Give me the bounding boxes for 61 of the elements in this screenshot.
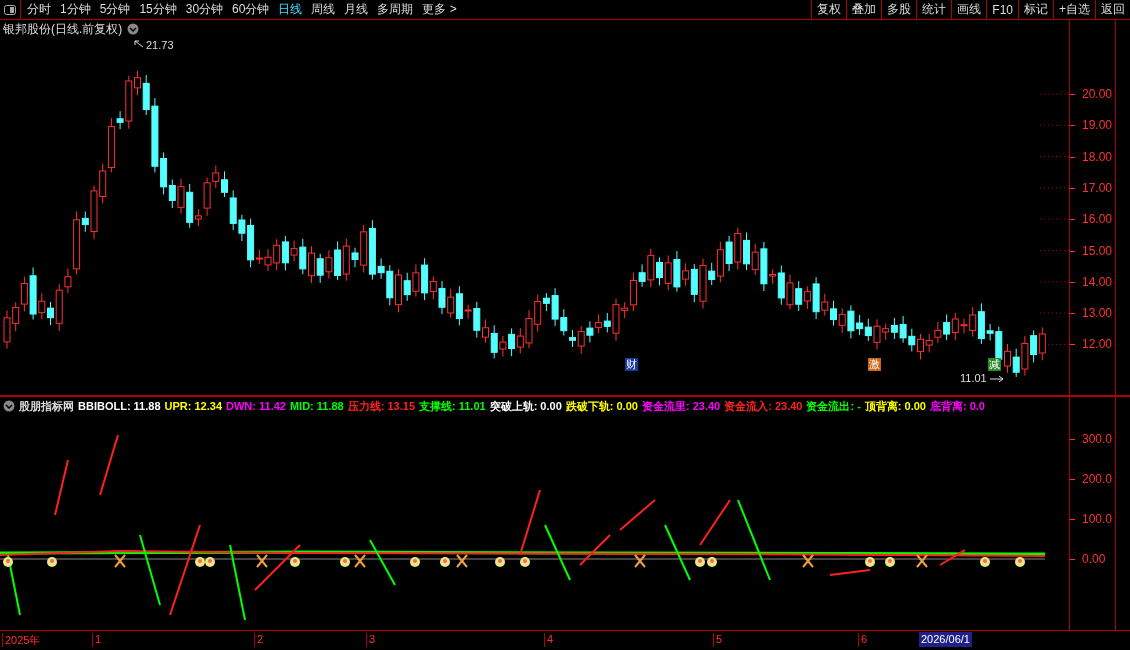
high-price-label: 21.73 — [146, 39, 174, 51]
toolbar-button[interactable]: 统计 — [916, 0, 952, 19]
price-label: 16.00 — [1082, 212, 1113, 227]
indicator-readout: 资金流里: 23.40 — [641, 398, 721, 414]
date-label: 2025年 — [2, 633, 41, 647]
period-tab[interactable]: 日线 — [278, 1, 303, 18]
toolbar-button[interactable]: 复权 — [811, 0, 847, 19]
toolbar-button[interactable]: 返回 — [1095, 0, 1130, 19]
indicator-readout: 底背离: 0.0 — [929, 398, 985, 414]
indicator-axis-label: 100.0 — [1082, 512, 1113, 526]
indicator-axis-label: 300.0 — [1082, 432, 1113, 446]
toolbar-button[interactable]: +自选 — [1053, 0, 1095, 19]
indicator-readout: UPR: 12.34 — [164, 400, 222, 412]
indicator-readout: DWN: 11.42 — [226, 400, 286, 412]
period-tab[interactable]: 周线 — [311, 1, 336, 18]
event-marker: 减 — [988, 358, 1001, 371]
date-label: 2 — [254, 633, 264, 647]
toolbar-button[interactable]: 标记 — [1018, 0, 1053, 19]
price-label: 20.00 — [1082, 87, 1113, 101]
toolbar-button[interactable]: F10 — [986, 0, 1018, 19]
period-tab[interactable]: 月线 — [344, 1, 369, 18]
indicator-readout: 顶背离: 0.00 — [864, 398, 926, 414]
indicator-readout: BBIBOLL: 11.88 — [78, 400, 161, 412]
indicator-readout: 跌破下轨: 0.00 — [565, 398, 638, 414]
indicator-readout: MID: 11.88 — [289, 400, 344, 412]
indicator-readout: 压力线: 13.15 — [347, 398, 415, 414]
period-tab[interactable]: 30分钟 — [185, 1, 224, 18]
current-date: 2026/06/1 — [919, 632, 972, 647]
period-tab[interactable]: 60分钟 — [232, 1, 270, 18]
indicator-axis-label: 200.0 — [1082, 472, 1113, 486]
indicator-name: 股朋指标网 — [19, 398, 74, 414]
price-label: 15.00 — [1082, 243, 1113, 258]
event-marker: 激 — [868, 358, 881, 371]
date-label: 5 — [713, 633, 723, 647]
period-tab[interactable]: 1分钟 — [60, 1, 91, 18]
period-tab[interactable]: 更多 > — [422, 1, 457, 18]
price-label: 18.00 — [1082, 149, 1113, 164]
date-label: 4 — [544, 633, 554, 647]
price-label: 12.00 — [1082, 337, 1113, 352]
event-marker: 财 — [625, 358, 638, 371]
indicator-readout: 突破上轨: 0.00 — [489, 398, 562, 414]
toolbar-button[interactable]: 多股 — [881, 0, 917, 19]
price-label: 14.00 — [1082, 274, 1113, 289]
period-tab[interactable]: 15分钟 — [139, 1, 177, 18]
indicator-readout: 资金流入: 23.40 — [724, 398, 803, 414]
toolbar-button[interactable]: 画线 — [951, 0, 987, 19]
toolbar-button[interactable]: 叠加 — [846, 0, 882, 19]
indicator-axis-label: 0.00 — [1082, 552, 1106, 566]
date-label: 3 — [366, 633, 376, 647]
period-tab[interactable]: 分时 — [27, 1, 51, 18]
price-label: 17.00 — [1082, 180, 1113, 195]
date-label: 1 — [92, 633, 102, 647]
chart-title: 银邦股份(日线.前复权) — [3, 20, 123, 38]
period-tab[interactable]: 多周期 — [377, 1, 414, 18]
date-label: 6 — [858, 633, 868, 647]
indicator-readout: 支撑线: 11.01 — [419, 398, 486, 414]
period-tab[interactable]: 5分钟 — [99, 1, 131, 18]
low-price-label: 11.01 — [960, 372, 987, 384]
indicator-readout: 资金流出: - — [806, 398, 861, 414]
price-label: 19.00 — [1082, 118, 1113, 133]
price-label: 13.00 — [1082, 306, 1113, 321]
